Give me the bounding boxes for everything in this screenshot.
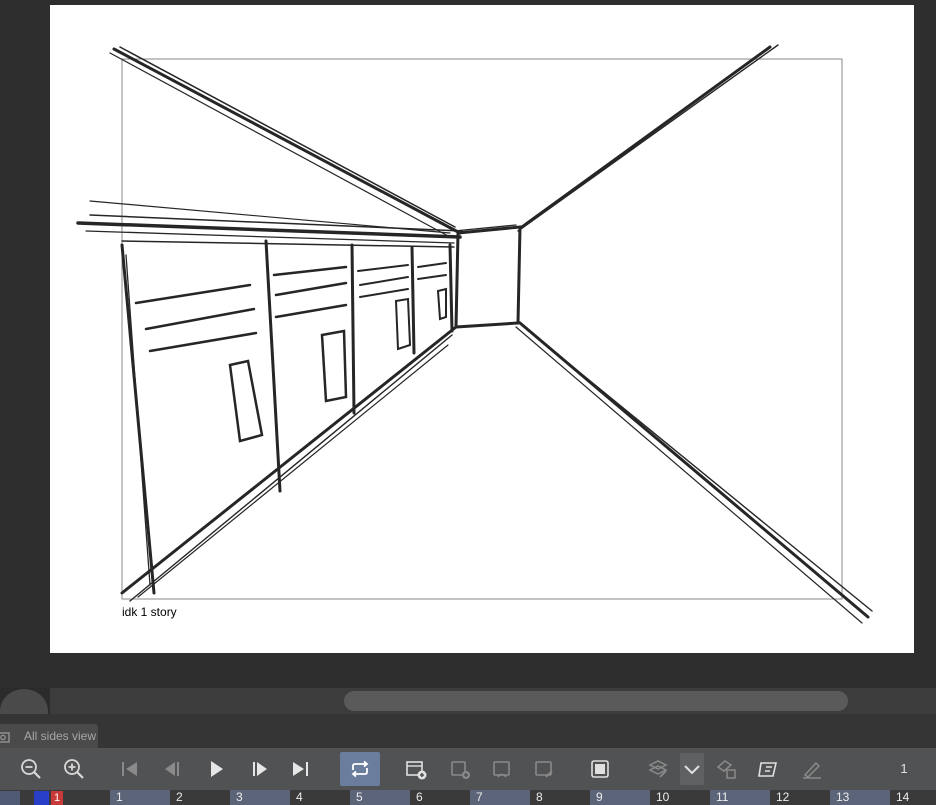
- loop-playback-button[interactable]: [340, 752, 380, 786]
- new-folder-icon: [406, 761, 427, 780]
- animation-toolbar: 1: [0, 748, 936, 790]
- timeline-ruler[interactable]: 1 1 2 3 4 5 6 7 8 9 10 11 12 13 14: [0, 790, 936, 805]
- timeline-frame-number: 7: [476, 790, 483, 804]
- rename-cel-button[interactable]: [528, 753, 560, 785]
- edit-timeline-button[interactable]: [752, 753, 784, 785]
- next-frame-button[interactable]: [244, 753, 276, 785]
- specify-cel-button[interactable]: [486, 753, 518, 785]
- step-back-icon: [165, 762, 179, 776]
- pen-icon: [803, 761, 821, 779]
- edit-timeline-icon: [758, 762, 778, 777]
- timeline-frame-number: 5: [356, 790, 363, 804]
- light-table-icon: [648, 760, 668, 778]
- timeline-frame-number: 10: [656, 790, 670, 804]
- first-frame-button[interactable]: [114, 753, 146, 785]
- tab-all-sides-view[interactable]: All sides view: [0, 724, 98, 748]
- timeline-left-edge: [0, 791, 20, 805]
- chevron-down-icon: [684, 765, 700, 775]
- timeline-frame-number: 4: [296, 790, 303, 804]
- sketch-strokes: [76, 44, 873, 624]
- pen-button[interactable]: [796, 753, 828, 785]
- new-animation-folder-button[interactable]: [400, 753, 432, 785]
- hallway-sketch: [76, 44, 873, 624]
- delete-cel-icon: [716, 760, 736, 779]
- drawing-paper[interactable]: idk 1 story: [50, 5, 914, 653]
- more-options-button[interactable]: [680, 753, 704, 785]
- timeline-frame-number: 1: [116, 790, 123, 804]
- timeline-frame-number: 9: [596, 790, 603, 804]
- rename-cel-icon: [535, 761, 553, 778]
- camera-icon: [0, 732, 10, 743]
- onion-skin-icon: [591, 760, 609, 778]
- timeline-frame-number: 3: [236, 790, 243, 804]
- timeline-track-marker: [34, 791, 49, 805]
- previous-frame-button[interactable]: [156, 753, 188, 785]
- timeline-frame-number: 11: [716, 790, 729, 804]
- scroll-thumb[interactable]: [344, 691, 848, 711]
- new-cel-icon: [451, 761, 470, 779]
- play-icon: [211, 761, 223, 777]
- new-cel-button[interactable]: [444, 753, 476, 785]
- skip-to-start-icon: [122, 762, 137, 776]
- timeline-frame-number: 8: [536, 790, 543, 804]
- timeline-frame-number: 14: [896, 790, 910, 804]
- specify-cel-icon: [493, 761, 510, 778]
- horizontal-scrollbar[interactable]: [0, 688, 936, 715]
- canvas-area[interactable]: idk 1 story: [0, 0, 936, 688]
- timeline-current-frame[interactable]: 1: [51, 791, 63, 805]
- timeline-frame-number: 12: [776, 790, 790, 804]
- last-frame-button[interactable]: [284, 753, 316, 785]
- onion-skin-button[interactable]: [584, 753, 616, 785]
- zoom-out-icon: [21, 759, 41, 779]
- play-button[interactable]: [200, 753, 232, 785]
- loop-icon: [351, 760, 369, 778]
- scroll-corner: [0, 688, 50, 715]
- step-forward-icon: [253, 762, 267, 776]
- frame-caption: idk 1 story: [122, 605, 177, 619]
- tab-label: All sides view: [24, 729, 97, 743]
- skip-to-end-icon: [293, 762, 308, 776]
- light-table-button[interactable]: [642, 753, 674, 785]
- zoom-in-button[interactable]: [58, 753, 90, 785]
- timeline-frame-number: 2: [176, 790, 183, 804]
- view-tab-bar: All sides view: [0, 714, 936, 748]
- timeline-frame-number: 6: [416, 790, 423, 804]
- frame-number-display: 1: [900, 761, 908, 776]
- zoom-in-icon: [64, 759, 84, 779]
- delete-cel-button[interactable]: [710, 753, 742, 785]
- zoom-out-button[interactable]: [15, 753, 47, 785]
- timeline-frame-number: 13: [836, 790, 850, 804]
